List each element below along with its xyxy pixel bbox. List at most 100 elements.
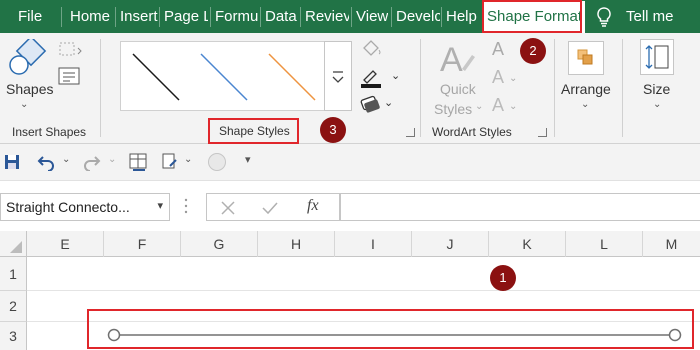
shape-effects-icon[interactable] [360, 93, 382, 113]
customize-toolbar-icon[interactable]: ▾ [245, 153, 251, 166]
column-header[interactable]: G [181, 231, 258, 257]
shape-styles-gallery [120, 41, 330, 111]
tab-page-layout[interactable]: Page L [164, 0, 208, 33]
ribbon-tab-bar: File Home Insert Page L Formu Data Revie… [0, 0, 700, 33]
tab-home[interactable]: Home [70, 0, 110, 33]
tab-insert[interactable]: Insert [120, 0, 158, 33]
chevron-down-icon[interactable]: ⌄ [653, 99, 661, 110]
select-all-corner[interactable] [0, 231, 27, 257]
tab-separator [441, 7, 442, 27]
column-header[interactable]: F [104, 231, 181, 257]
chevron-down-icon[interactable]: ⌄ [581, 99, 589, 110]
undo-icon[interactable] [36, 153, 56, 172]
svg-text:A: A [440, 41, 463, 79]
row-header[interactable]: 3 [0, 322, 27, 350]
shape-fill-icon[interactable] [360, 39, 386, 59]
column-header[interactable]: L [566, 231, 643, 257]
quick-styles-icon[interactable]: A [438, 39, 478, 79]
shape-styles-launcher[interactable] [406, 128, 415, 137]
chevron-down-icon[interactable]: ⌄ [509, 73, 517, 84]
shape-outline-icon[interactable] [360, 66, 382, 88]
group-separator [100, 39, 101, 137]
step-marker-2: 2 [520, 38, 546, 64]
chevron-down-icon[interactable]: ▾ [157, 199, 163, 212]
tab-separator [351, 7, 352, 27]
formula-bar-row: Straight Connecto... ▾ fx [0, 181, 700, 231]
tab-review[interactable]: Reviev [305, 0, 349, 33]
arrange-icon[interactable] [568, 41, 604, 75]
text-outline-icon[interactable]: A [492, 67, 504, 88]
text-fill-icon[interactable]: A [492, 39, 504, 60]
name-box-value: Straight Connecto... [6, 199, 130, 215]
row-header[interactable]: 1 [0, 257, 27, 291]
quick-styles-label[interactable]: Quick [440, 81, 476, 97]
tab-help[interactable]: Help [446, 0, 477, 33]
tab-file[interactable]: File [18, 0, 42, 33]
arrange-button[interactable]: Arrange [561, 81, 611, 97]
more-options-icon[interactable] [184, 196, 188, 216]
row-header[interactable]: 2 [0, 291, 27, 322]
size-icon[interactable] [640, 39, 674, 75]
circle-icon[interactable] [208, 153, 226, 171]
wordart-styles-group-label: WordArt Styles [432, 125, 512, 139]
shapes-button[interactable]: Shapes [6, 81, 53, 97]
wordart-styles-launcher[interactable] [538, 128, 547, 137]
quick-access-toolbar: ⌄ ⌄ ⌄ ▾ [0, 144, 700, 181]
group-separator [554, 39, 555, 137]
column-header[interactable]: M [643, 231, 700, 257]
size-button[interactable]: Size [643, 81, 670, 97]
column-header[interactable]: J [412, 231, 489, 257]
chevron-down-icon[interactable]: ⌄ [184, 154, 192, 165]
chevron-down-icon[interactable]: ⌄ [509, 101, 517, 112]
lightbulb-icon[interactable] [594, 6, 614, 28]
tab-separator [210, 7, 211, 27]
tab-view[interactable]: View [356, 0, 388, 33]
group-separator [420, 39, 421, 137]
chevron-down-icon[interactable]: ⌄ [384, 96, 393, 109]
tab-separator [159, 7, 160, 27]
text-effects-icon[interactable]: A [492, 95, 504, 116]
tab-separator [61, 7, 62, 27]
formula-input[interactable] [340, 193, 700, 221]
style-blue-line [200, 53, 248, 101]
tab-data[interactable]: Data [265, 0, 297, 33]
insert-function-icon[interactable]: fx [307, 197, 319, 215]
edit-shape-icon[interactable] [58, 41, 84, 59]
column-headers: E F G H I J K L M [0, 231, 700, 257]
save-icon[interactable] [4, 154, 20, 170]
enter-check-icon[interactable] [261, 199, 279, 217]
style-gallery-more-button[interactable] [324, 41, 352, 111]
style-orange-line [268, 53, 316, 101]
format-painter-icon[interactable] [160, 152, 180, 172]
column-header[interactable]: I [335, 231, 412, 257]
tab-separator [115, 7, 116, 27]
chevron-down-icon[interactable]: ⌄ [391, 69, 400, 82]
quick-styles-label-2[interactable]: Styles [434, 101, 472, 117]
row-gridline [27, 290, 700, 291]
insert-shapes-group-label: Insert Shapes [12, 125, 87, 139]
cancel-icon[interactable] [219, 199, 237, 217]
column-header[interactable]: H [258, 231, 335, 257]
chevron-down-icon[interactable]: ⌄ [62, 154, 70, 165]
tab-separator [300, 7, 301, 27]
name-box[interactable]: Straight Connecto... ▾ [0, 193, 170, 221]
chevron-down-icon[interactable]: ⌄ [108, 154, 116, 165]
highlight-shape-format-tab [482, 0, 582, 33]
redo-icon[interactable] [82, 153, 102, 172]
column-header[interactable]: E [27, 231, 104, 257]
style-black-line [132, 53, 180, 101]
shapes-gallery-icon[interactable] [8, 35, 48, 79]
tab-separator [260, 7, 261, 27]
column-header[interactable]: K [489, 231, 566, 257]
text-box-icon[interactable] [58, 67, 80, 85]
ribbon: Shapes ⌄ Insert Shapes ⌄ ⌄ A Quick Style… [0, 33, 700, 144]
group-separator [622, 39, 623, 137]
tell-me-search[interactable]: Tell me [626, 0, 674, 33]
tab-formulas[interactable]: Formu [215, 0, 259, 33]
tab-developer[interactable]: Develc [396, 0, 440, 33]
print-preview-icon[interactable] [128, 152, 150, 172]
step-marker-3: 3 [320, 117, 346, 143]
tab-separator [391, 7, 392, 27]
chevron-down-icon[interactable]: ⌄ [475, 101, 483, 112]
chevron-down-icon[interactable]: ⌄ [20, 99, 28, 110]
